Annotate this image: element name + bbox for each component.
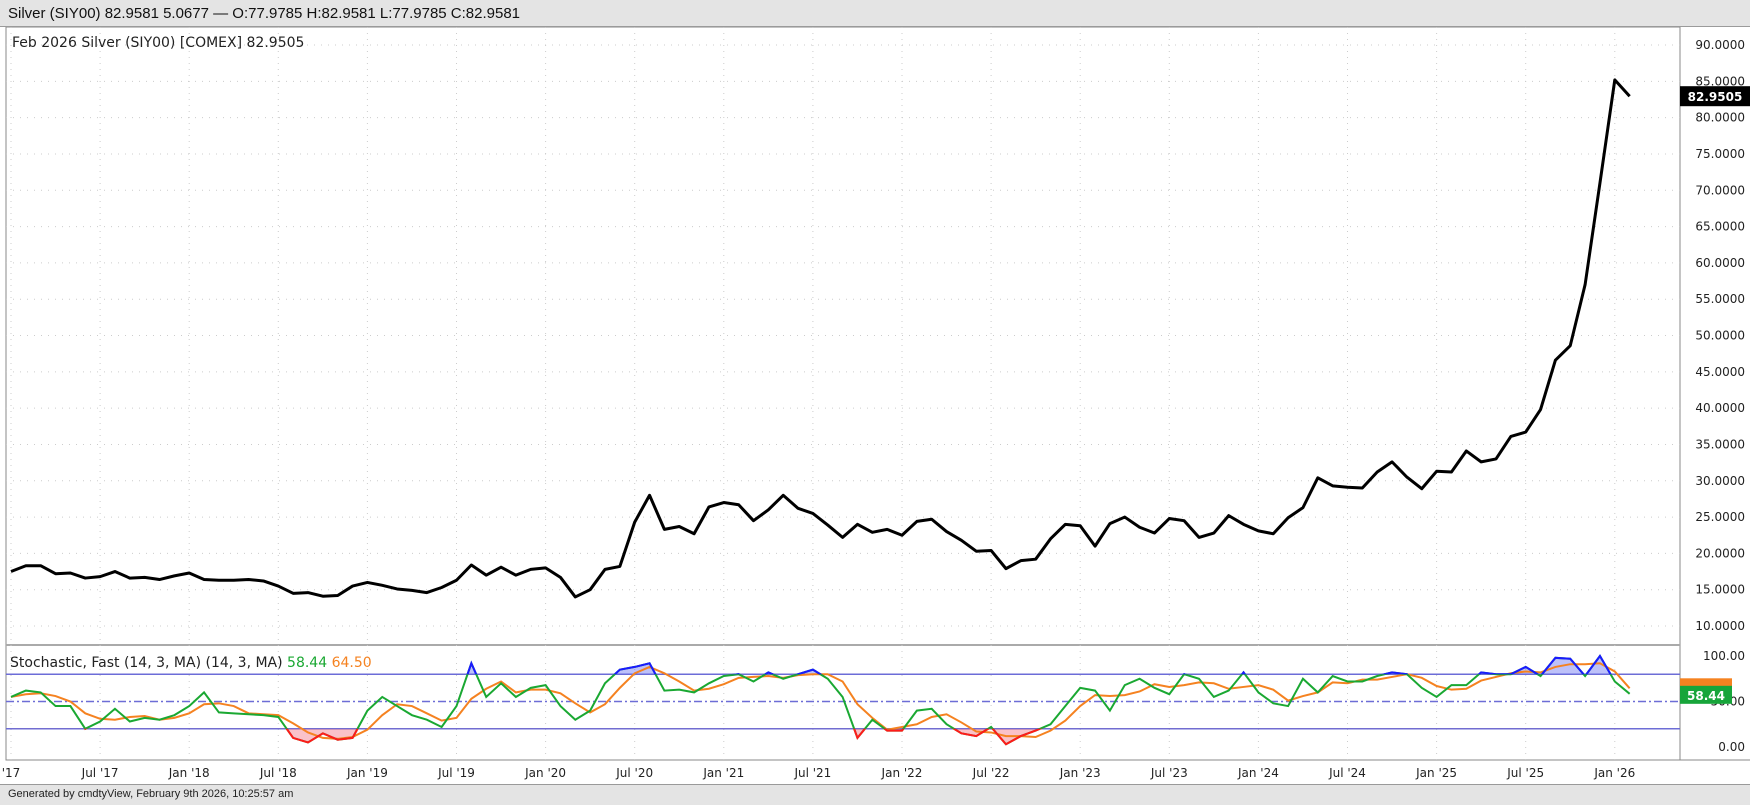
footer: Generated by cmdtyView, February 9th 202… (0, 784, 1750, 805)
last-price-label: 82.9505 (1688, 90, 1743, 104)
time-tick-label: Jul '24 (1328, 766, 1366, 780)
k-badge-label: 58.44 (1687, 689, 1725, 703)
k-value: 58.44 (287, 655, 332, 671)
stoch-title-text: Stochastic, Fast (14, 3, MA) (14, 3, MA) (10, 655, 287, 671)
price-tick-label: 45.0000 (1695, 365, 1745, 379)
time-tick-label: Jul '21 (793, 766, 831, 780)
generated-note: Generated by cmdtyView, February 9th 202… (8, 788, 294, 800)
price-tick-label: 75.0000 (1695, 147, 1745, 161)
time-tick-label: Jan '19 (346, 766, 388, 780)
time-tick-label: Jul '17 (81, 766, 119, 780)
price-tick-label: 60.0000 (1695, 256, 1745, 270)
price-tick-label: 25.0000 (1695, 510, 1745, 524)
price-tick-label: 15.0000 (1695, 583, 1745, 597)
price-pane-title: Feb 2026 Silver (SIY00) [COMEX] 82.9505 (12, 35, 304, 51)
price-tick-label: 20.0000 (1695, 546, 1745, 560)
price-tick-label: 90.0000 (1695, 38, 1745, 52)
time-tick-label: Jul '25 (1506, 766, 1544, 780)
price-tick-label: 35.0000 (1695, 437, 1745, 451)
stoch-tick-label: 0.00 (1718, 740, 1745, 754)
price-tick-label: 40.0000 (1695, 401, 1745, 415)
price-tick-label: 70.0000 (1695, 183, 1745, 197)
time-tick-label: Jul '20 (615, 766, 653, 780)
plot-frame (5, 27, 1681, 761)
stoch-title: Stochastic, Fast (14, 3, MA) (14, 3, MA)… (10, 655, 372, 671)
price-tick-label: 80.0000 (1695, 111, 1745, 125)
price-tick-label: 50.0000 (1695, 329, 1745, 343)
price-tick-label: 30.0000 (1695, 474, 1745, 488)
time-tick-label: Jan '26 (1593, 766, 1635, 780)
quote-line: Silver (SIY00) 82.9581 5.0677 — O:77.978… (8, 5, 521, 22)
time-tick-label: Jan '22 (881, 766, 923, 780)
time-tick-label: Jan '23 (1059, 766, 1101, 780)
price-tick-label: 10.0000 (1695, 619, 1745, 633)
time-tick-label: Jul '22 (972, 766, 1010, 780)
time-tick-label: Jan '21 (702, 766, 744, 780)
price-tick-label: 55.0000 (1695, 292, 1745, 306)
time-tick-label: Jul '18 (259, 766, 297, 780)
d-value: 64.50 (332, 655, 372, 671)
quote-header: Silver (SIY00) 82.9581 5.0677 — O:77.978… (0, 0, 1750, 27)
time-tick-label: Jan '24 (1237, 766, 1279, 780)
time-tick-label: Jul '19 (437, 766, 475, 780)
time-tick-label: Jan '25 (1415, 766, 1457, 780)
chart-area[interactable]: 90.000085.000080.000075.000070.000065.00… (0, 27, 1750, 784)
time-tick-label: Jul '23 (1150, 766, 1188, 780)
price-tick-label: 65.0000 (1695, 220, 1745, 234)
stoch-tick-label: 100.00 (1703, 649, 1745, 663)
time-tick-label: Jan '18 (168, 766, 210, 780)
time-tick-label: Jan '20 (524, 766, 566, 780)
time-tick-label: '17 (2, 766, 21, 780)
